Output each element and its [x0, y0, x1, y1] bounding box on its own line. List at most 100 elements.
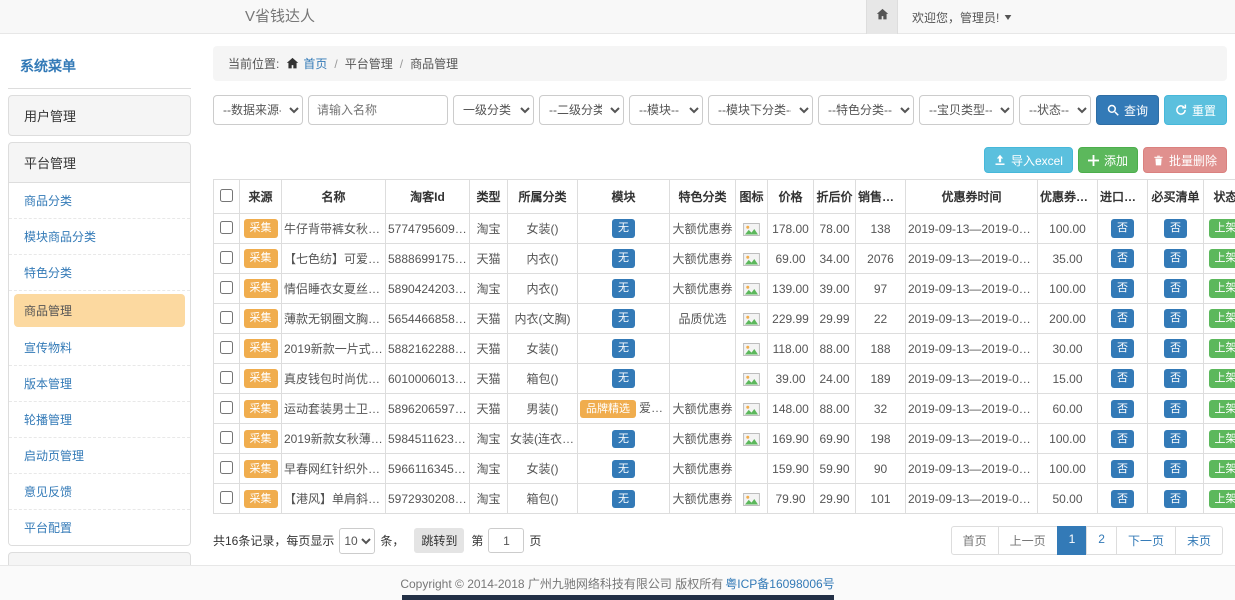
row-checkbox[interactable]	[220, 431, 233, 444]
row-checkbox[interactable]	[220, 461, 233, 474]
footer-icp-link[interactable]: 粤ICP备16098006号	[725, 575, 834, 592]
status-badge[interactable]: 上架	[1209, 309, 1235, 327]
must-buy-badge[interactable]: 否	[1164, 309, 1187, 327]
sidebar-section-1[interactable]: 平台管理	[9, 143, 190, 182]
import-select-badge[interactable]: 否	[1111, 490, 1134, 508]
import-select-badge[interactable]: 否	[1111, 400, 1134, 418]
must-buy-badge[interactable]: 否	[1164, 279, 1187, 297]
sidebar-item-特色分类[interactable]: 特色分类	[9, 255, 190, 291]
sidebar-item-宣传物料[interactable]: 宣传物料	[9, 330, 190, 366]
must-buy-badge[interactable]: 否	[1164, 369, 1187, 387]
row-checkbox[interactable]	[220, 251, 233, 264]
name-search-input[interactable]	[308, 95, 448, 125]
must-buy-badge[interactable]: 否	[1164, 249, 1187, 267]
status-badge[interactable]: 上架	[1209, 219, 1235, 237]
batch-delete-button[interactable]: 批量删除	[1143, 147, 1227, 173]
row-checkbox[interactable]	[220, 221, 233, 234]
sidebar-item-版本管理[interactable]: 版本管理	[9, 366, 190, 402]
sidebar-item-意见反馈[interactable]: 意见反馈	[9, 474, 190, 510]
status-badge[interactable]: 上架	[1209, 400, 1235, 418]
coupon-time-cell: 2019-09-13—2019-09-18	[906, 244, 1038, 274]
add-button[interactable]: 添加	[1078, 147, 1138, 173]
must-buy-badge[interactable]: 否	[1164, 400, 1187, 418]
module-badge[interactable]: 无	[612, 309, 635, 327]
status-cell: 上架	[1204, 214, 1235, 244]
status-badge[interactable]: 上架	[1209, 430, 1235, 448]
row-checkbox[interactable]	[220, 401, 233, 414]
module-badge[interactable]: 无	[612, 490, 635, 508]
name-cell: 运动套装男士卫衣初秋...	[282, 394, 386, 424]
module-badge[interactable]: 无	[612, 219, 635, 237]
home-button[interactable]	[866, 0, 898, 34]
filter-select-6[interactable]: --状态--	[1019, 95, 1091, 125]
sidebar-item-平台配置[interactable]: 平台配置	[9, 510, 190, 545]
status-badge[interactable]: 上架	[1209, 279, 1235, 297]
page-button-1[interactable]: 1	[1057, 526, 1088, 555]
status-badge[interactable]: 上架	[1209, 339, 1235, 357]
import-select-badge[interactable]: 否	[1111, 339, 1134, 357]
user-menu[interactable]: 欢迎您，管理员!	[912, 9, 1012, 26]
reset-button[interactable]: 重置	[1164, 95, 1227, 125]
row-checkbox[interactable]	[220, 341, 233, 354]
row-checkbox-cell	[214, 214, 240, 244]
sidebar-item-启动页管理[interactable]: 启动页管理	[9, 438, 190, 474]
status-badge[interactable]: 上架	[1209, 369, 1235, 387]
import-select-badge[interactable]: 否	[1111, 249, 1134, 267]
per-page-select[interactable]: 10	[339, 528, 375, 554]
module-badge[interactable]: 无	[612, 279, 635, 297]
module-badge[interactable]: 无	[612, 430, 635, 448]
sidebar-item-商品管理[interactable]: 商品管理	[14, 294, 185, 327]
search-button[interactable]: 查询	[1096, 95, 1159, 125]
import-select-badge[interactable]: 否	[1111, 430, 1134, 448]
table-row: 采集早春网红针织外套女春...596611634525淘宝女装()无大额优惠券1…	[214, 454, 1235, 484]
import-select-cell: 否	[1098, 364, 1148, 394]
price-cell: 178.00	[768, 214, 814, 244]
select-all-checkbox[interactable]	[220, 189, 233, 202]
discount-price-cell: 88.00	[814, 334, 856, 364]
must-buy-badge[interactable]: 否	[1164, 339, 1187, 357]
row-checkbox[interactable]	[220, 491, 233, 504]
import-select-badge[interactable]: 否	[1111, 309, 1134, 327]
sidebar-section-0[interactable]: 用户管理	[9, 96, 190, 135]
filter-select-2[interactable]: --模块--	[629, 95, 703, 125]
row-checkbox[interactable]	[220, 311, 233, 324]
name-cell: 真皮钱包时尚优雅女士...	[282, 364, 386, 394]
status-badge[interactable]: 上架	[1209, 490, 1235, 508]
category-cell: 女装()	[508, 214, 578, 244]
module-badge[interactable]: 品牌精选	[580, 400, 636, 418]
sidebar-item-轮播管理[interactable]: 轮播管理	[9, 402, 190, 438]
page-button-下一页[interactable]: 下一页	[1116, 526, 1176, 555]
import-select-badge[interactable]: 否	[1111, 279, 1134, 297]
jump-button[interactable]: 跳转到	[414, 528, 464, 553]
module-badge[interactable]: 无	[612, 339, 635, 357]
import-select-badge[interactable]: 否	[1111, 460, 1134, 478]
must-buy-badge[interactable]: 否	[1164, 430, 1187, 448]
page-button-2[interactable]: 2	[1086, 526, 1117, 555]
jump-page-input[interactable]	[488, 528, 524, 553]
status-badge[interactable]: 上架	[1209, 460, 1235, 478]
must-buy-badge[interactable]: 否	[1164, 219, 1187, 237]
module-badge[interactable]: 无	[612, 249, 635, 267]
filter-select-3[interactable]: --模块下分类--	[708, 95, 813, 125]
sidebar-item-商品分类[interactable]: 商品分类	[9, 183, 190, 219]
type-cell: 淘宝	[470, 274, 508, 304]
must-buy-badge[interactable]: 否	[1164, 460, 1187, 478]
filter-select-1[interactable]: --二级分类--	[539, 95, 624, 125]
row-checkbox[interactable]	[220, 281, 233, 294]
filter-select-4[interactable]: --特色分类--	[818, 95, 914, 125]
data-source-select[interactable]: --数据来源--	[213, 95, 303, 125]
sidebar-item-模块商品分类[interactable]: 模块商品分类	[9, 219, 190, 255]
import-select-badge[interactable]: 否	[1111, 219, 1134, 237]
breadcrumb-home-link[interactable]: 首页	[286, 55, 327, 72]
row-checkbox[interactable]	[220, 371, 233, 384]
topbar: V省钱达人 欢迎您，管理员!	[0, 0, 1235, 34]
import-excel-button[interactable]: 导入excel	[984, 147, 1073, 173]
filter-select-5[interactable]: --宝贝类型--	[919, 95, 1014, 125]
module-badge[interactable]: 无	[612, 369, 635, 387]
import-select-badge[interactable]: 否	[1111, 369, 1134, 387]
must-buy-badge[interactable]: 否	[1164, 490, 1187, 508]
status-badge[interactable]: 上架	[1209, 249, 1235, 267]
module-badge[interactable]: 无	[612, 460, 635, 478]
page-button-末页[interactable]: 末页	[1175, 526, 1223, 555]
filter-select-0[interactable]: 一级分类	[453, 95, 534, 125]
